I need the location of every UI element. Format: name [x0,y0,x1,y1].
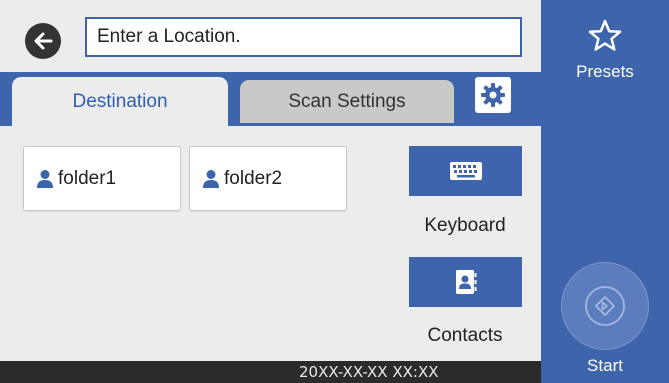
gear-icon [481,83,505,107]
keyboard-label: Keyboard [424,215,506,236]
presets-button[interactable]: Presets [541,14,669,84]
tab-scan-settings-label: Scan Settings [288,90,406,112]
tab-bar: Destination Scan Settings [0,72,541,126]
contacts-label: Contacts [427,325,503,346]
settings-button[interactable] [475,77,511,113]
keyboard-icon [449,162,482,180]
tab-destination-label: Destination [72,90,168,112]
status-bar: 20XX-XX-XX XX:XX [0,361,541,383]
folder-label: folder1 [58,167,117,189]
tab-scan-settings[interactable]: Scan Settings [240,80,454,123]
presets-label: Presets [576,62,634,81]
contacts-book-icon [455,270,476,294]
scan-to-folder-screen: Enter a Location. Destination Scan Setti… [0,0,669,383]
start-label: Start [587,356,623,375]
back-button[interactable] [25,23,61,59]
keyboard-button[interactable] [409,146,522,196]
star-icon [588,19,622,51]
folder-button-folder2[interactable]: folder2 [189,146,347,211]
destination-panel: folder1 folder2 Keyboard Contacts [0,126,541,361]
tab-destination[interactable]: Destination [12,77,228,126]
folder-button-folder1[interactable]: folder1 [23,146,181,211]
contacts-button[interactable] [409,257,522,307]
start-diamond-icon [595,296,615,316]
folder-label: folder2 [224,167,283,189]
person-icon [37,169,53,188]
start-button[interactable] [561,262,649,350]
start-button-inner [585,286,625,326]
location-input-placeholder: Enter a Location. [97,26,241,47]
person-icon [203,169,219,188]
header: Enter a Location. [0,0,541,72]
location-input[interactable]: Enter a Location. [85,17,522,57]
right-panel: Presets Start [541,0,669,383]
back-arrow-icon [34,32,53,50]
status-datetime: 20XX-XX-XX XX:XX [299,363,439,381]
